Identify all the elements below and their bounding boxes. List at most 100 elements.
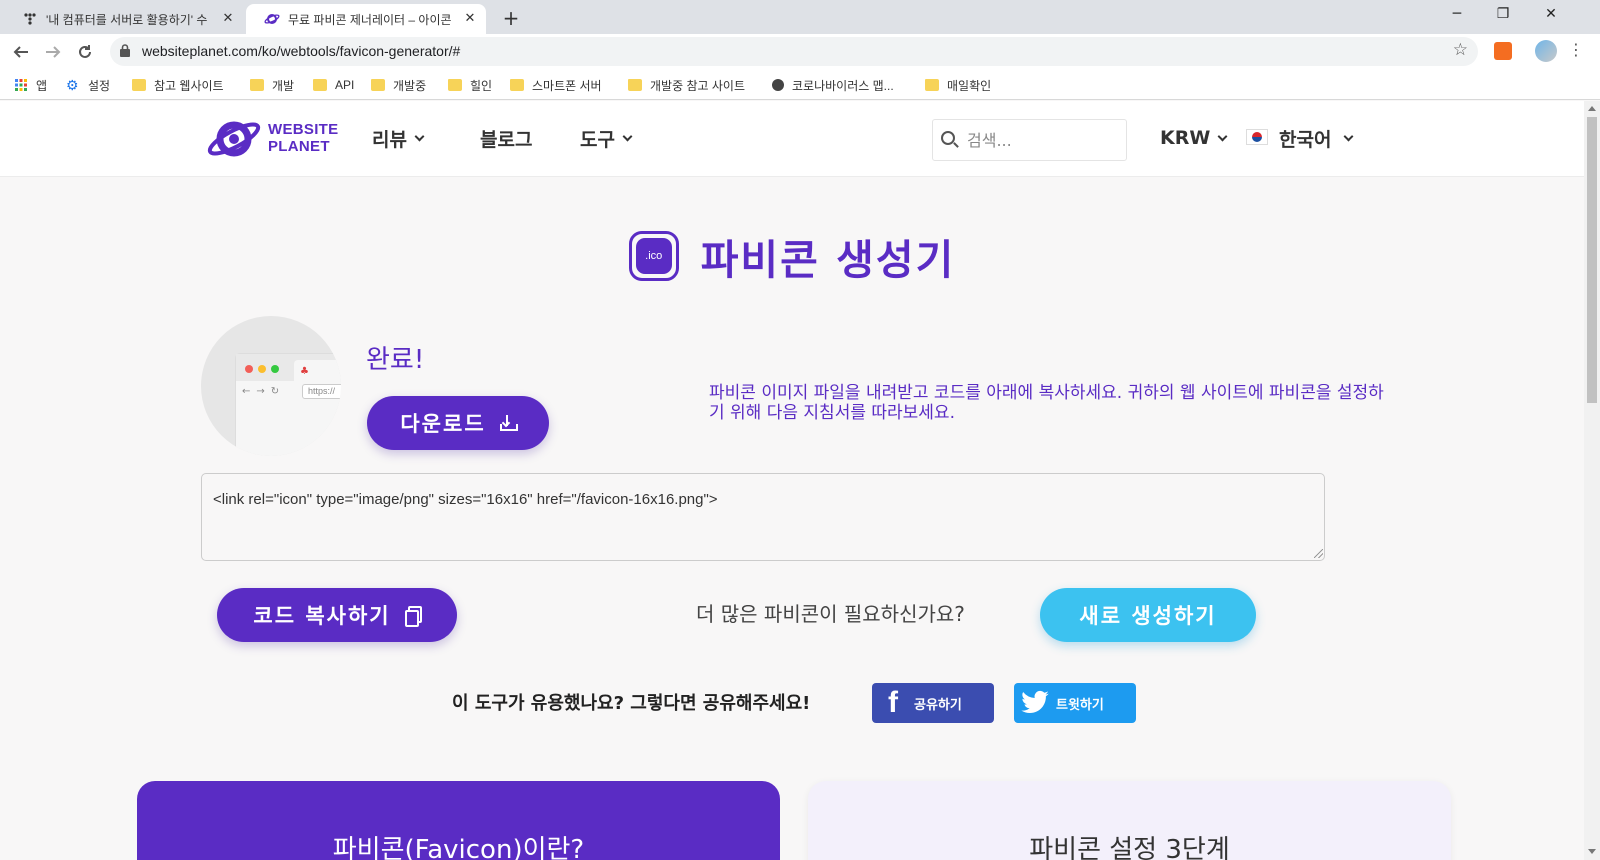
folder-icon [371, 79, 385, 91]
folder-icon [132, 79, 146, 91]
nav-tools-label: 도구 [580, 129, 615, 151]
generate-new-button[interactable]: 새로 생성하기 [1040, 588, 1256, 642]
search-input[interactable] [967, 128, 1117, 152]
forward-icon[interactable] [39, 38, 67, 66]
apps-grid-icon [15, 79, 27, 91]
bookmark-folder[interactable]: 스마트폰 서버 [510, 75, 602, 95]
bookmark-label: API [335, 78, 355, 92]
folder-icon [250, 79, 264, 91]
logo-line1: WEBSITE [268, 121, 339, 138]
page-content: WEBSITE PLANET 리뷰 블로그 도구 KRW 한국어 .ico 파비… [0, 101, 1584, 860]
download-icon [499, 415, 518, 431]
chevron-down-icon [414, 131, 425, 142]
bookmark-label: 개발중 [393, 78, 427, 93]
facebook-icon: f [888, 686, 898, 719]
mini-nav-icons: ←→↻ [242, 386, 286, 397]
restore-button[interactable]: ❐ [1480, 0, 1526, 30]
bookmark-label: 앱 [36, 78, 48, 93]
nav-tools[interactable]: 도구 [580, 125, 633, 152]
address-bar[interactable]: websiteplanet.com/ko/webtools/favicon-ge… [110, 37, 1478, 66]
card-title: 파비콘(Favicon)이란? [332, 835, 585, 860]
what-is-favicon-card: 파비콘(Favicon)이란? [137, 781, 780, 860]
tab-close-icon[interactable]: ✕ [220, 11, 236, 27]
folder-icon [628, 79, 642, 91]
browser-toolbar: websiteplanet.com/ko/webtools/favicon-ge… [0, 34, 1600, 70]
nav-blog[interactable]: 블로그 [480, 125, 532, 152]
facebook-share-button[interactable]: f 공유하기 [872, 683, 994, 723]
download-button[interactable]: 다운로드 [367, 396, 549, 450]
globe-icon [772, 79, 784, 91]
done-message: 완료! [366, 345, 425, 375]
bookmark-folder[interactable]: 개발 [250, 75, 294, 95]
chevron-down-icon [1344, 131, 1354, 142]
tab-active[interactable]: 무료 파비콘 제너레이터 – 아이콘 ✕ [246, 4, 486, 34]
folder-icon [448, 79, 462, 91]
ico-file-icon: .ico [628, 231, 679, 281]
bookmark-folder[interactable]: 개발중 [371, 75, 426, 95]
tab-inactive[interactable]: '내 컴퓨터를 서버로 활용하기' 수 ✕ [4, 4, 244, 34]
korea-flag-icon [1246, 129, 1268, 145]
download-label: 다운로드 [400, 412, 486, 436]
share-question: 이 도구가 유용했나요? 그렇다면 공유해주세요! [452, 693, 811, 714]
scroll-down-icon[interactable] [1588, 849, 1596, 854]
facebook-share-label: 공유하기 [914, 697, 962, 713]
logo-line2: PLANET [268, 138, 330, 155]
copy-code-button[interactable]: 코드 복사하기 [217, 588, 457, 642]
back-icon[interactable] [7, 38, 35, 66]
scroll-thumb[interactable] [1587, 117, 1597, 403]
tab-strip: '내 컴퓨터를 서버로 활용하기' 수 ✕ 무료 파비콘 제너레이터 – 아이콘… [0, 0, 1600, 34]
bookmark-folder[interactable]: 힐인 [448, 75, 492, 95]
bookmark-folder[interactable]: 개발중 참고 사이트 [628, 75, 745, 95]
card-title: 파비콘 설정 3단계 [1029, 835, 1230, 860]
lock-icon [120, 44, 130, 57]
extension-icon[interactable] [1494, 42, 1512, 60]
bookmark-apps[interactable]: 앱 [14, 75, 47, 95]
bookmark-settings[interactable]: ⚙ 설정 [66, 75, 110, 95]
bookmark-label: 스마트폰 서버 [532, 78, 602, 93]
browser-menu-icon[interactable]: ⋮ [1568, 40, 1584, 59]
language-label: 한국어 [1279, 129, 1332, 151]
code-textarea[interactable]: <link rel="icon" type="image/png" sizes=… [201, 473, 1325, 561]
new-tab-button[interactable]: + [498, 6, 524, 32]
bookmark-folder[interactable]: 매일확인 [925, 75, 991, 95]
generate-new-label: 새로 생성하기 [1079, 604, 1217, 628]
twitter-share-button[interactable]: 트윗하기 [1014, 683, 1136, 723]
bookmark-label: 참고 웹사이트 [154, 78, 224, 93]
website-planet-logo[interactable]: WEBSITE PLANET [205, 117, 340, 161]
site-header: WEBSITE PLANET 리뷰 블로그 도구 KRW 한국어 [0, 101, 1584, 177]
tool-heading: .ico 파비콘 생성기 [0, 226, 1584, 286]
reload-icon[interactable] [71, 38, 99, 66]
chevron-down-icon [1217, 131, 1228, 141]
currency-select[interactable]: KRW [1160, 127, 1228, 149]
favicon-preview: ♣ ←→↻ https:// [201, 316, 341, 456]
bookmark-star-icon[interactable]: ☆ [1453, 40, 1468, 60]
bookmark-label: 설정 [88, 78, 111, 93]
favicon-setup-steps-card: 파비콘 설정 3단계 [808, 781, 1451, 860]
bookmark-link[interactable]: 코로나바이러스 맵... [772, 75, 894, 95]
bookmark-folder[interactable]: 참고 웹사이트 [132, 75, 224, 95]
minimize-button[interactable]: ─ [1434, 0, 1480, 30]
url-text: websiteplanet.com/ko/webtools/favicon-ge… [142, 43, 461, 59]
copy-icon [404, 606, 422, 627]
bookmarks-bar: 앱 ⚙ 설정 참고 웹사이트 개발 API 개발중 힐인 스마트폰 서버 개발중… [0, 70, 1600, 100]
twitter-share-label: 트윗하기 [1056, 697, 1104, 713]
window-close-button[interactable]: ✕ [1528, 0, 1574, 30]
language-select[interactable]: 한국어 [1279, 125, 1354, 152]
folder-icon [925, 79, 939, 91]
nav-reviews[interactable]: 리뷰 [372, 125, 425, 152]
bookmark-label: 코로나바이러스 맵... [792, 78, 894, 93]
bookmark-folder[interactable]: API [313, 75, 354, 95]
bookmark-label: 개발 [272, 78, 295, 93]
tab-close-icon[interactable]: ✕ [462, 11, 478, 27]
favicon-preview-icon: ♣ [300, 366, 309, 377]
nav-blog-label: 블로그 [480, 129, 533, 151]
bookmark-label: 매일확인 [947, 78, 992, 93]
resize-handle[interactable] [1314, 549, 1323, 558]
scroll-up-icon[interactable] [1588, 106, 1596, 111]
preview-url: https:// [302, 384, 341, 399]
gear-icon: ⚙ [66, 77, 79, 93]
page-scrollbar[interactable] [1584, 101, 1600, 860]
profile-avatar[interactable] [1535, 40, 1557, 62]
browser-preview-illustration: ♣ ←→↻ https:// [235, 353, 341, 456]
twitter-bird-icon [1014, 683, 1056, 723]
